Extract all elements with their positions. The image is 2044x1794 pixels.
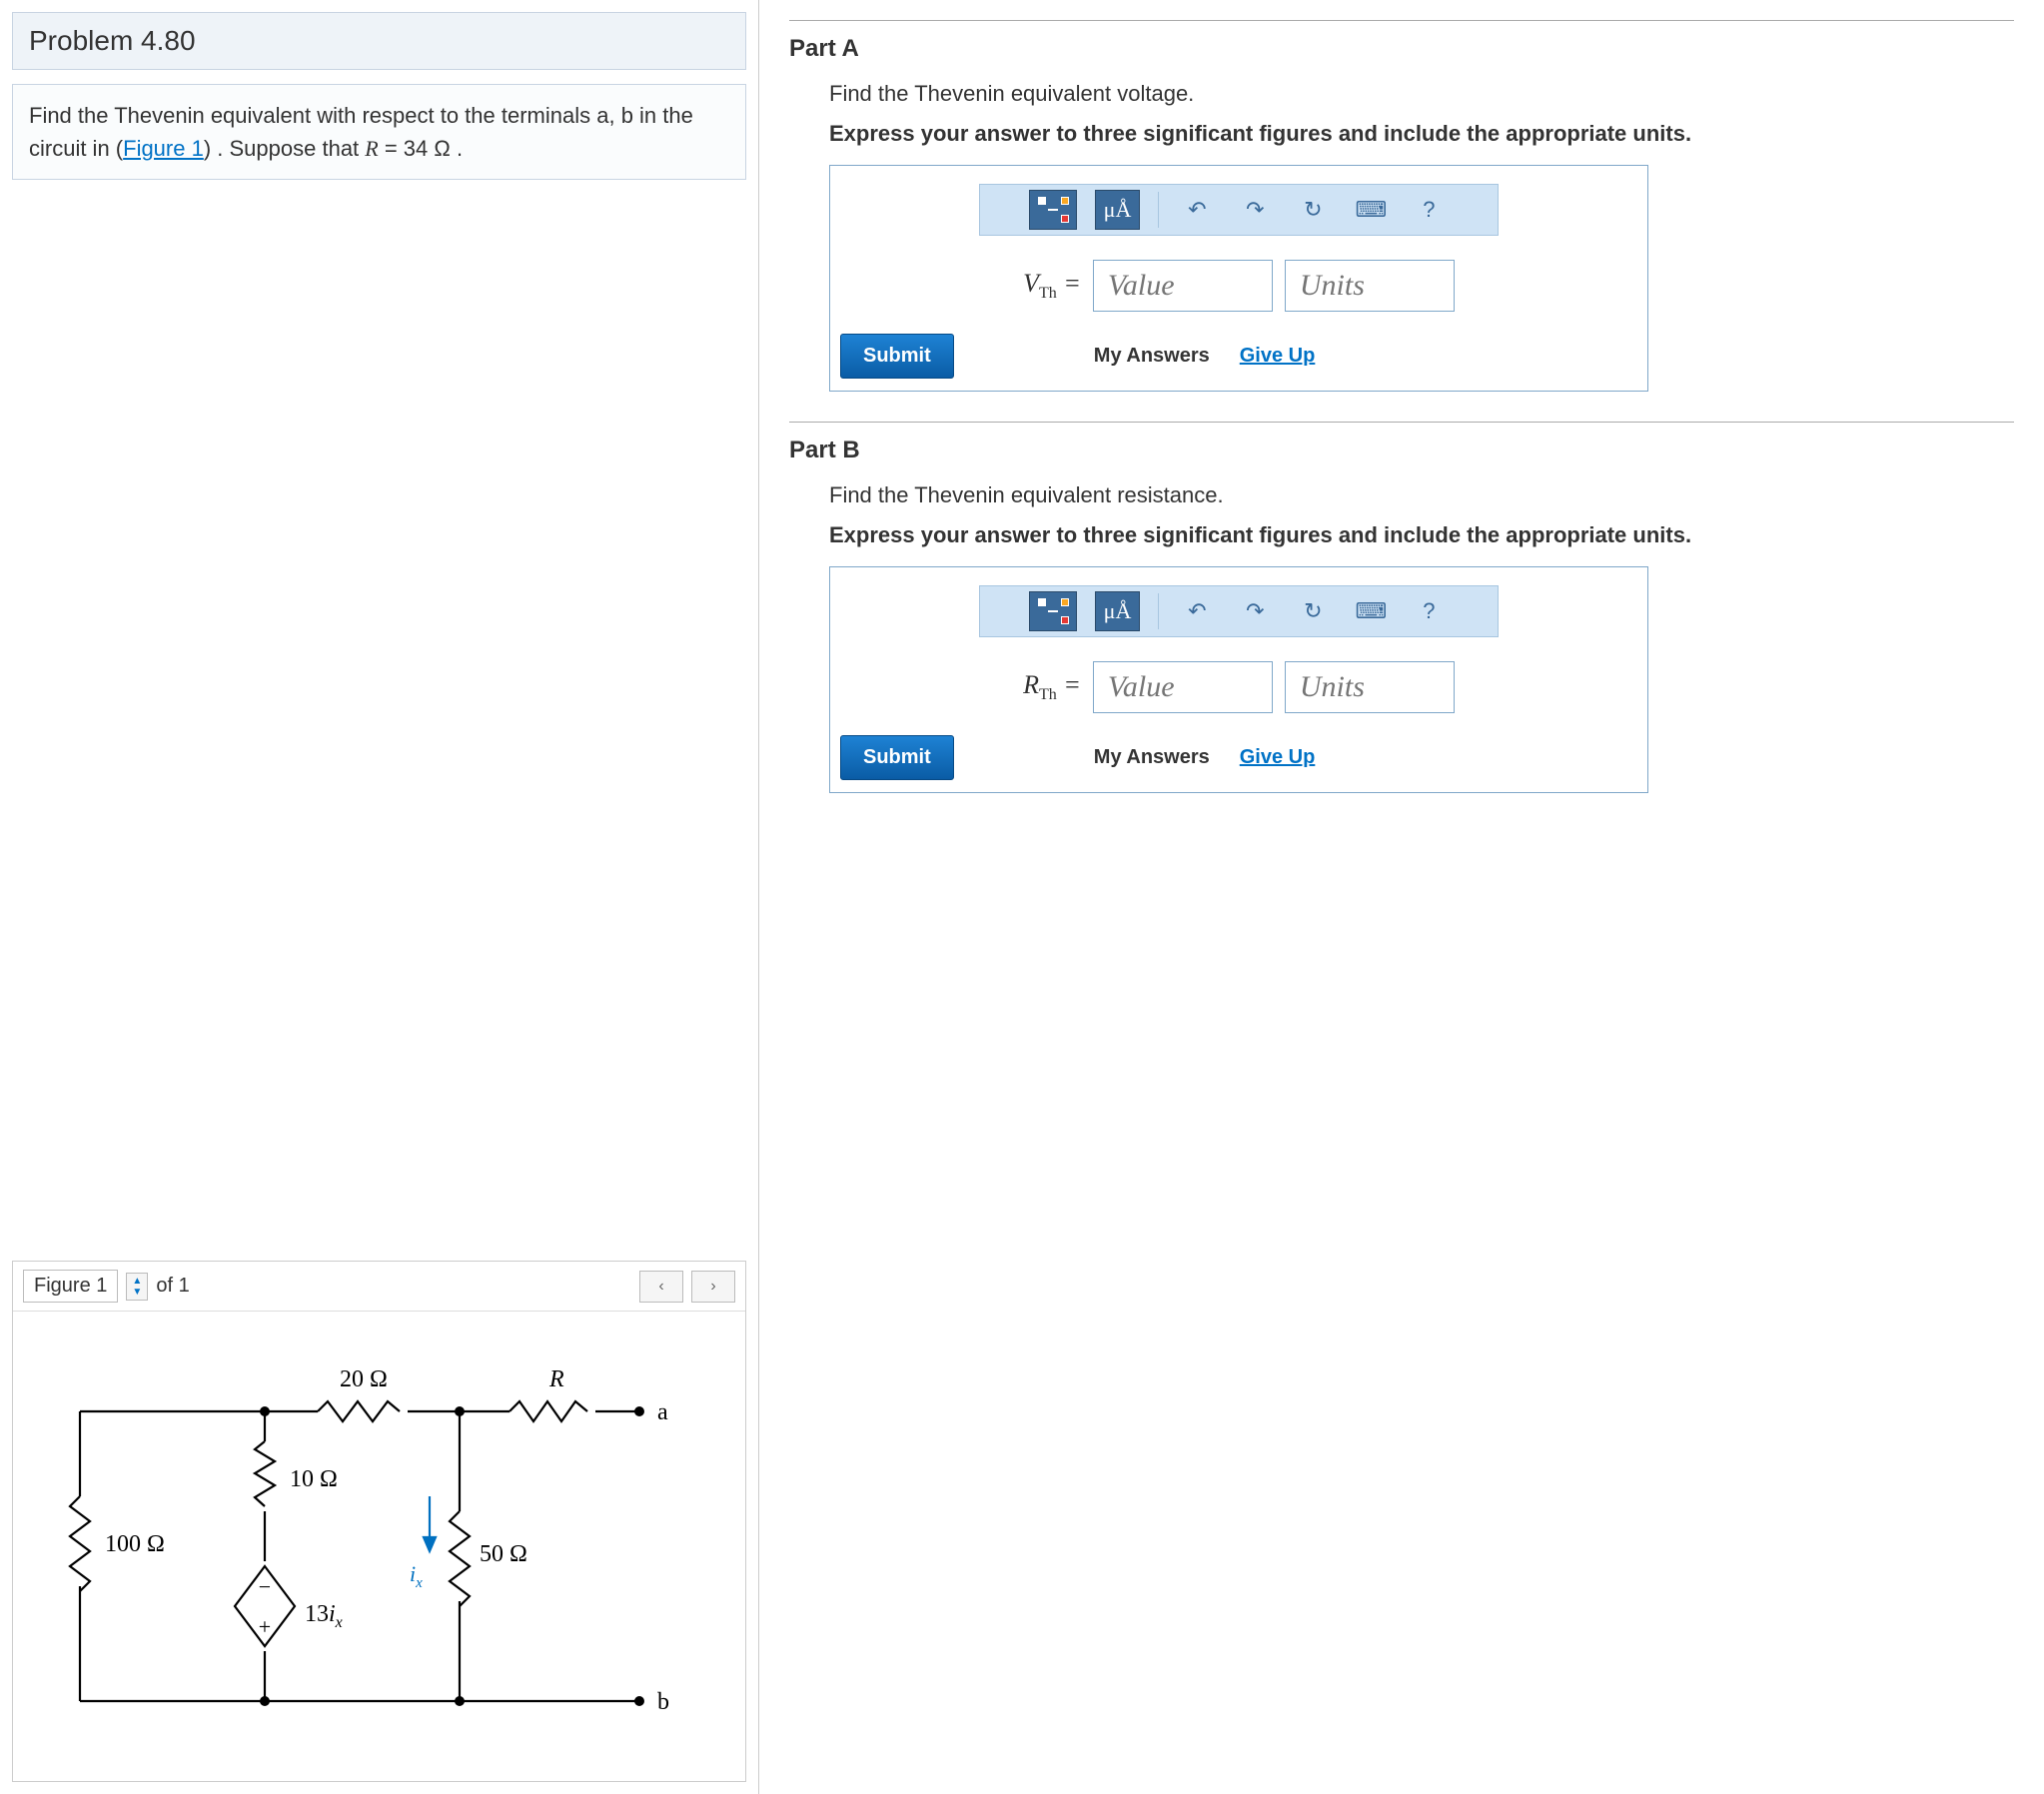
help-button[interactable]: ? (1409, 591, 1449, 631)
terminal-b: b (657, 1689, 669, 1715)
figure-next-button[interactable]: › (691, 1271, 735, 1303)
problem-title: Problem 4.80 (12, 12, 746, 70)
my-answers-label: My Answers (1094, 345, 1210, 368)
R-value: = 34 Ω . (379, 136, 463, 161)
figure-link[interactable]: Figure 1 (123, 136, 204, 161)
units-picker-button[interactable]: μÅ (1095, 190, 1141, 230)
figure-header: Figure 1 ▲ ▼ of 1 ‹ › (13, 1262, 745, 1312)
part-a-prompt: Find the Thevenin equivalent voltage. (829, 81, 2014, 107)
svg-text:−: − (258, 1574, 270, 1599)
label-R20: 20 Ω (340, 1366, 388, 1392)
vth-value-input[interactable] (1093, 260, 1273, 312)
part-b-title: Part B (789, 437, 2014, 464)
label-src: 13ix (305, 1601, 343, 1631)
R-symbol: R (365, 136, 378, 161)
part-b-actions: Submit My Answers Give Up (830, 735, 1647, 792)
figure-label: Figure 1 (23, 1270, 118, 1303)
svg-text:+: + (258, 1614, 270, 1639)
part-a: Part A Find the Thevenin equivalent volt… (789, 20, 2014, 392)
part-a-actions: Submit My Answers Give Up (830, 334, 1647, 391)
problem-statement: Find the Thevenin equivalent with respec… (12, 84, 746, 180)
part-b: Part B Find the Thevenin equivalent resi… (789, 422, 2014, 793)
part-a-instructions: Express your answer to three significant… (829, 121, 2014, 147)
give-up-link[interactable]: Give Up (1240, 345, 1316, 368)
part-b-input-row: RTh = (830, 661, 1647, 713)
vth-units-input[interactable] (1285, 260, 1455, 312)
figure-nav: ‹ › (639, 1271, 735, 1303)
part-b-prompt: Find the Thevenin equivalent resistance. (829, 482, 2014, 508)
rth-label: RTh = (1023, 670, 1081, 704)
undo-icon: ↶ (1188, 598, 1206, 624)
reset-icon: ↻ (1304, 598, 1322, 624)
reset-icon: ↻ (1304, 197, 1322, 223)
redo-icon: ↷ (1246, 598, 1264, 624)
problem-text-mid: ) . Suppose that (204, 136, 365, 161)
answer-toolbar: μÅ ↶ ↷ ↻ ⌨ ? (979, 585, 1499, 637)
figure-panel: Figure 1 ▲ ▼ of 1 ‹ › (12, 1261, 746, 1782)
stepper-down-icon: ▼ (132, 1287, 142, 1298)
part-b-answer-box: μÅ ↶ ↷ ↻ ⌨ ? RTh = Submit My Answers Giv… (829, 566, 1648, 793)
stepper-up-icon: ▲ (132, 1276, 142, 1287)
figure-body: − + (13, 1312, 745, 1781)
rth-units-input[interactable] (1285, 661, 1455, 713)
undo-button[interactable]: ↶ (1177, 190, 1217, 230)
keyboard-button[interactable]: ⌨ (1351, 190, 1391, 230)
part-a-input-row: VTh = (830, 260, 1647, 312)
reset-button[interactable]: ↻ (1293, 190, 1333, 230)
figure-count: of 1 (156, 1275, 189, 1298)
submit-button[interactable]: Submit (840, 735, 954, 780)
redo-icon: ↷ (1246, 197, 1264, 223)
answer-toolbar: μÅ ↶ ↷ ↻ ⌨ ? (979, 184, 1499, 236)
part-a-answer-box: μÅ ↶ ↷ ↻ ⌨ ? VTh = Submit My Answers Giv… (829, 165, 1648, 392)
redo-button[interactable]: ↷ (1235, 591, 1275, 631)
part-a-title: Part A (789, 35, 2014, 63)
template-icon (1038, 197, 1046, 205)
rth-value-input[interactable] (1093, 661, 1273, 713)
template-icon (1038, 598, 1046, 606)
submit-button[interactable]: Submit (840, 334, 954, 379)
circuit-diagram: − + (40, 1332, 719, 1761)
vth-label: VTh = (1023, 269, 1081, 303)
keyboard-button[interactable]: ⌨ (1351, 591, 1391, 631)
undo-button[interactable]: ↶ (1177, 591, 1217, 631)
figure-stepper[interactable]: ▲ ▼ (126, 1273, 148, 1301)
label-R10: 10 Ω (290, 1466, 338, 1492)
units-picker-button[interactable]: μÅ (1095, 591, 1141, 631)
chevron-left-icon: ‹ (658, 1278, 663, 1296)
label-R100: 100 Ω (105, 1531, 165, 1557)
keyboard-icon: ⌨ (1355, 598, 1387, 624)
undo-icon: ↶ (1188, 197, 1206, 223)
my-answers-label: My Answers (1094, 746, 1210, 769)
templates-button[interactable] (1029, 591, 1077, 631)
left-pane: Problem 4.80 Find the Thevenin equivalen… (0, 0, 759, 1794)
label-R: R (548, 1366, 564, 1392)
templates-button[interactable] (1029, 190, 1077, 230)
help-button[interactable]: ? (1409, 190, 1449, 230)
label-R50: 50 Ω (480, 1541, 527, 1567)
part-b-instructions: Express your answer to three significant… (829, 522, 2014, 548)
reset-button[interactable]: ↻ (1293, 591, 1333, 631)
terminal-a: a (657, 1399, 668, 1425)
keyboard-icon: ⌨ (1355, 197, 1387, 223)
give-up-link[interactable]: Give Up (1240, 746, 1316, 769)
figure-prev-button[interactable]: ‹ (639, 1271, 683, 1303)
right-pane: Part A Find the Thevenin equivalent volt… (759, 0, 2044, 1794)
chevron-right-icon: › (710, 1278, 715, 1296)
label-ix: ix (410, 1561, 423, 1591)
redo-button[interactable]: ↷ (1235, 190, 1275, 230)
